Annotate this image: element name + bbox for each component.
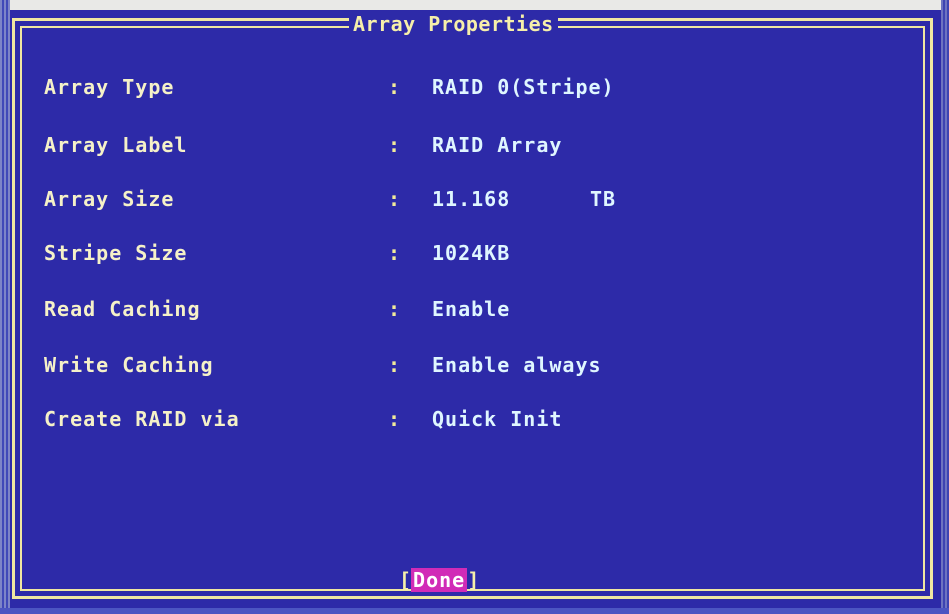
property-colon: : xyxy=(388,133,402,157)
property-value: 1024KB xyxy=(432,241,511,265)
property-row-stripe-size: Stripe Size : 1024KB xyxy=(0,238,949,268)
property-value: RAID 0(Stripe) xyxy=(432,75,615,99)
property-label: Stripe Size xyxy=(44,241,188,265)
property-label: Array Type xyxy=(44,75,175,99)
property-unit: TB xyxy=(590,187,617,211)
done-close-bracket: ] xyxy=(467,568,480,592)
property-value: Quick Init xyxy=(432,407,563,431)
property-label: Write Caching xyxy=(44,353,214,377)
property-row-array-size: Array Size : 11.168 TB xyxy=(0,184,949,214)
property-value: Enable always xyxy=(432,353,602,377)
property-row-create-raid-via: Create RAID via : Quick Init xyxy=(0,404,949,434)
property-label: Create RAID via xyxy=(44,407,240,431)
done-button-wrap: [Done] xyxy=(399,566,479,594)
done-open-bracket: [ xyxy=(399,568,412,592)
property-row-read-caching: Read Caching : Enable xyxy=(0,294,949,324)
property-row-array-label: Array Label : RAID Array xyxy=(0,130,949,160)
property-colon: : xyxy=(388,75,402,99)
done-button[interactable]: Done xyxy=(411,568,468,592)
property-value: RAID Array xyxy=(432,133,563,157)
property-value: Enable xyxy=(432,297,511,321)
property-label: Array Size xyxy=(44,187,175,211)
property-colon: : xyxy=(388,297,402,321)
screen-top-edge xyxy=(0,0,949,10)
property-colon: : xyxy=(388,353,402,377)
dialog-title: Array Properties xyxy=(349,12,558,36)
property-colon: : xyxy=(388,407,402,431)
bios-screen: Array Properties Array Type : RAID 0(Str… xyxy=(0,0,949,614)
property-row-write-caching: Write Caching : Enable always xyxy=(0,350,949,380)
property-label: Read Caching xyxy=(44,297,201,321)
screen-bottom-edge xyxy=(0,608,949,614)
property-colon: : xyxy=(388,241,402,265)
property-label: Array Label xyxy=(44,133,188,157)
property-value: 11.168 xyxy=(432,187,511,211)
property-row-array-type: Array Type : RAID 0(Stripe) xyxy=(0,72,949,102)
property-colon: : xyxy=(388,187,402,211)
